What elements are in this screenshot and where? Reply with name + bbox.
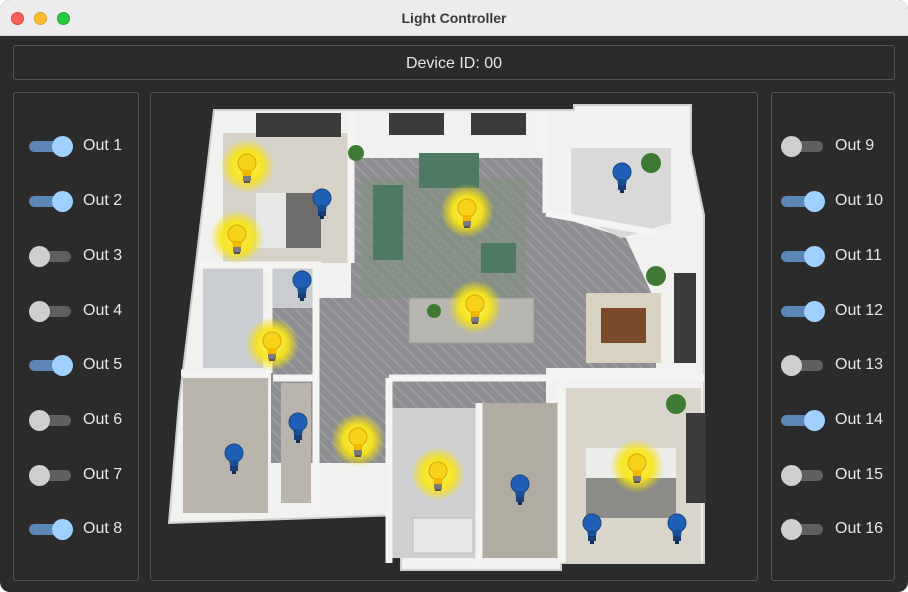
output-toggle-10[interactable] bbox=[781, 190, 825, 212]
output-label-5: Out 5 bbox=[83, 356, 123, 373]
output-label-7: Out 7 bbox=[83, 466, 123, 483]
floor-plan-panel bbox=[150, 92, 758, 581]
window-title: Light Controller bbox=[401, 10, 507, 26]
output-label-10: Out 10 bbox=[835, 192, 884, 209]
output-row-2[interactable]: Out 2 bbox=[29, 189, 122, 213]
output-label-9: Out 9 bbox=[835, 137, 875, 154]
output-label-15: Out 15 bbox=[835, 466, 884, 483]
light-bulb-on-icon[interactable] bbox=[244, 316, 300, 372]
output-label-4: Out 4 bbox=[83, 302, 123, 319]
light-bulb-on-icon[interactable] bbox=[609, 438, 665, 494]
title-bar: Light Controller bbox=[0, 0, 908, 36]
output-toggle-1[interactable] bbox=[29, 135, 73, 157]
floor-plan-image bbox=[167, 104, 706, 571]
output-toggle-16[interactable] bbox=[781, 518, 825, 540]
output-label-6: Out 6 bbox=[83, 411, 123, 428]
output-row-6[interactable]: Out 6 bbox=[29, 408, 122, 432]
output-toggle-14[interactable] bbox=[781, 409, 825, 431]
output-row-16[interactable]: Out 16 bbox=[781, 517, 883, 541]
output-row-13[interactable]: Out 13 bbox=[781, 353, 883, 377]
output-label-3: Out 3 bbox=[83, 247, 123, 264]
device-id-label: Device ID: 00 bbox=[405, 55, 503, 72]
output-label-8: Out 8 bbox=[83, 520, 123, 537]
output-toggle-4[interactable] bbox=[29, 300, 73, 322]
output-toggle-6[interactable] bbox=[29, 409, 73, 431]
left-outputs-panel: Out 1 Out 2 Out 3 Out 4 Out 5 Out 6 Out … bbox=[13, 92, 139, 581]
light-bulb-on-icon[interactable] bbox=[439, 183, 495, 239]
output-label-14: Out 14 bbox=[835, 411, 884, 428]
output-row-9[interactable]: Out 9 bbox=[781, 134, 874, 158]
output-label-11: Out 11 bbox=[835, 247, 882, 264]
light-bulb-on-icon[interactable] bbox=[447, 279, 503, 335]
output-toggle-7[interactable] bbox=[29, 464, 73, 486]
output-label-2: Out 2 bbox=[83, 192, 123, 209]
output-row-15[interactable]: Out 15 bbox=[781, 463, 883, 487]
output-toggle-13[interactable] bbox=[781, 354, 825, 376]
light-bulb-on-icon[interactable] bbox=[209, 209, 265, 265]
light-bulb-on-icon[interactable] bbox=[330, 412, 386, 468]
app-window: Light Controller Device ID: 00 Out 1 Out… bbox=[0, 0, 908, 592]
output-row-7[interactable]: Out 7 bbox=[29, 463, 122, 487]
output-toggle-3[interactable] bbox=[29, 245, 73, 267]
output-toggle-2[interactable] bbox=[29, 190, 73, 212]
light-bulb-on-icon[interactable] bbox=[219, 138, 275, 194]
output-row-14[interactable]: Out 14 bbox=[781, 408, 883, 432]
output-toggle-9[interactable] bbox=[781, 135, 825, 157]
output-toggle-8[interactable] bbox=[29, 518, 73, 540]
output-toggle-12[interactable] bbox=[781, 300, 825, 322]
output-label-13: Out 13 bbox=[835, 356, 884, 373]
output-row-10[interactable]: Out 10 bbox=[781, 189, 883, 213]
output-toggle-5[interactable] bbox=[29, 354, 73, 376]
output-toggle-11[interactable] bbox=[781, 245, 825, 267]
output-label-12: Out 12 bbox=[835, 302, 884, 319]
right-outputs-panel: Out 9 Out 10 Out 11 Out 12 Out 13 Out 14… bbox=[771, 92, 895, 581]
output-row-12[interactable]: Out 12 bbox=[781, 299, 883, 323]
output-row-8[interactable]: Out 8 bbox=[29, 517, 122, 541]
light-bulb-on-icon[interactable] bbox=[410, 446, 466, 502]
output-row-5[interactable]: Out 5 bbox=[29, 353, 122, 377]
output-row-3[interactable]: Out 3 bbox=[29, 244, 122, 268]
output-label-1: Out 1 bbox=[83, 137, 123, 154]
output-row-4[interactable]: Out 4 bbox=[29, 299, 122, 323]
output-toggle-15[interactable] bbox=[781, 464, 825, 486]
output-row-11[interactable]: Out 11 bbox=[781, 244, 882, 268]
output-label-16: Out 16 bbox=[835, 520, 884, 537]
device-id-panel: Device ID: 00 bbox=[13, 45, 895, 80]
output-row-1[interactable]: Out 1 bbox=[29, 134, 122, 158]
